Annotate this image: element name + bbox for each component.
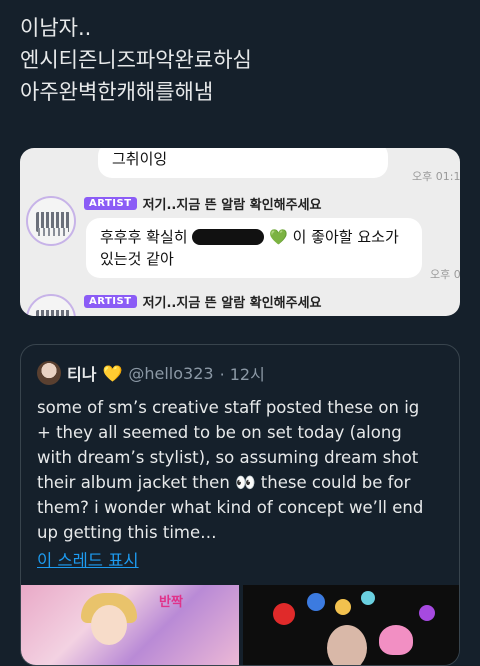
show-thread-link[interactable]: 이 스레드 표시: [37, 547, 139, 571]
tweet-line: 아주완벽한캐해를해냄: [20, 80, 214, 104]
quote-body-line: with dream’s stylist), so assuming dream…: [37, 448, 419, 467]
artist-message: 저기..지금 뜬 알람 확인해주세요: [142, 198, 322, 213]
artist-avatar: [26, 196, 76, 246]
quote-header: 티나 💛 @hello323 · 12시: [37, 361, 265, 385]
artist-message: 저기..지금 뜬 알람 확인해주세요: [142, 296, 322, 311]
quote-handle[interactable]: @hello323: [128, 364, 213, 383]
chat-bubble-top: 그취이잉: [98, 148, 388, 178]
artist-avatar: [26, 294, 76, 316]
chat-bubble-main: 후후후 확실히 💚 이 좋아할 요소가 있는것 같아: [86, 218, 422, 278]
quote-avatar[interactable]: [37, 361, 61, 385]
tweet-line: 엔시티즌니즈파악완료하심: [20, 48, 252, 72]
quote-timestamp[interactable]: · 12시: [220, 361, 265, 385]
quote-tweet-card[interactable]: 티나 💛 @hello323 · 12시 some of sm’s creati…: [20, 344, 460, 666]
chat-bubble-text: 후후후 확실히: [100, 228, 188, 246]
artist-badge: ARTIST: [84, 197, 137, 210]
quote-body-line: them? i wonder what kind of concept we’l…: [37, 498, 424, 517]
yellow-heart-icon: 💛: [102, 363, 123, 383]
quote-body-line: + they all seemed to be on set today (al…: [37, 423, 402, 442]
redaction-mark: [192, 229, 265, 245]
quote-body-line: up getting this time…: [37, 523, 217, 542]
quote-body-line: their album jacket then 👀 these could be…: [37, 473, 411, 492]
image-text: 반짝: [159, 595, 183, 610]
artist-notice: ARTIST 저기..지금 뜬 알람 확인해주세요: [84, 292, 322, 311]
artist-notice: ARTIST 저기..지금 뜬 알람 확인해주세요: [84, 194, 322, 213]
quote-body: some of sm’s creative staff posted these…: [37, 395, 447, 545]
quote-display-name[interactable]: 티나: [67, 361, 96, 385]
quote-body-line: some of sm’s creative staff posted these…: [37, 398, 420, 417]
chat-bubble-text: 있는것 같아: [100, 250, 174, 268]
tweet-text: 이남자.. 엔시티즌니즈파악완료하심 아주완벽한캐해를해냄: [20, 12, 460, 108]
quote-image-1[interactable]: 반짝: [21, 585, 239, 665]
chat-timestamp: 오후 0: [430, 268, 460, 281]
quote-image-2[interactable]: [243, 585, 459, 665]
tweet-line: 이남자..: [20, 16, 92, 40]
green-heart-icon: 💚: [269, 228, 288, 246]
chat-bubble-text: 그취이잉: [112, 150, 168, 168]
chat-bubble-text: 이 좋아할 요소가: [292, 228, 399, 246]
chat-timestamp: 오후 01:17: [412, 170, 460, 183]
artist-badge: ARTIST: [84, 295, 137, 308]
chat-screenshot-image[interactable]: 그취이잉 오후 01:17 ARTIST 저기..지금 뜬 알람 확인해주세요 …: [20, 148, 460, 316]
